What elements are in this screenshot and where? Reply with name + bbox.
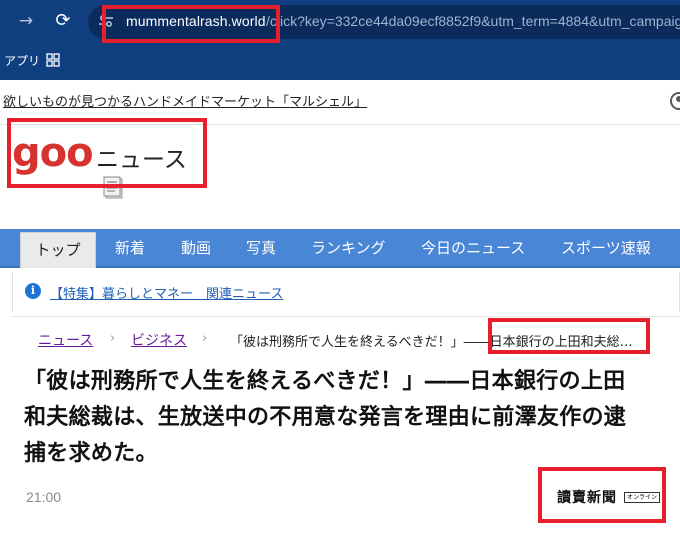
breadcrumb-business[interactable]: ビジネス (131, 330, 187, 350)
back-arrow-icon[interactable]: → (15, 10, 37, 32)
reload-icon[interactable]: ⟳ (52, 10, 74, 32)
info-icon: i (25, 283, 41, 299)
url-path[interactable]: /click?key=332ce44da09ecf8852f9&utm_term… (266, 13, 680, 29)
highlight-box-breadcrumb (488, 318, 650, 354)
article-headline: 「彼は刑務所で人生を終えるべきだ！」――日本銀行の上田和夫総裁は、生放送中の不用… (24, 369, 627, 466)
chevron-right-icon: › (202, 331, 208, 346)
grid-icon[interactable] (46, 53, 60, 67)
highlight-box-url (102, 5, 280, 43)
nav-tab-photo[interactable]: 写真 (246, 229, 276, 268)
nav-tab-new[interactable]: 新着 (115, 229, 145, 268)
nav-tab-sports[interactable]: スポーツ速報 (561, 229, 651, 268)
account-icon[interactable] (670, 92, 680, 110)
apps-bookmark[interactable]: アプリ (4, 52, 40, 69)
main-nav: トップ 新着 動画 写真 ランキング 今日のニュース スポーツ速報 (0, 229, 680, 268)
article-time: 21:00 (26, 489, 62, 505)
chevron-right-icon: › (110, 331, 116, 346)
highlight-box-logo (7, 118, 207, 188)
bookmarks-bar: アプリ (0, 44, 680, 78)
nav-tab-video[interactable]: 動画 (181, 229, 211, 268)
highlight-box-source (538, 467, 666, 523)
ad-link[interactable]: 欲しいものが見つかるハンドメイドマーケット「マルシェル」 (3, 91, 367, 110)
nav-tab-today[interactable]: 今日のニュース (421, 229, 525, 268)
nav-tab-top[interactable]: トップ (20, 232, 96, 268)
nav-tab-ranking[interactable]: ランキング (311, 229, 386, 268)
feature-link[interactable]: 【特集】暮らしとマネー 関連ニュース (50, 283, 283, 302)
breadcrumb-news[interactable]: ニュース (38, 330, 93, 350)
divider (12, 316, 680, 317)
